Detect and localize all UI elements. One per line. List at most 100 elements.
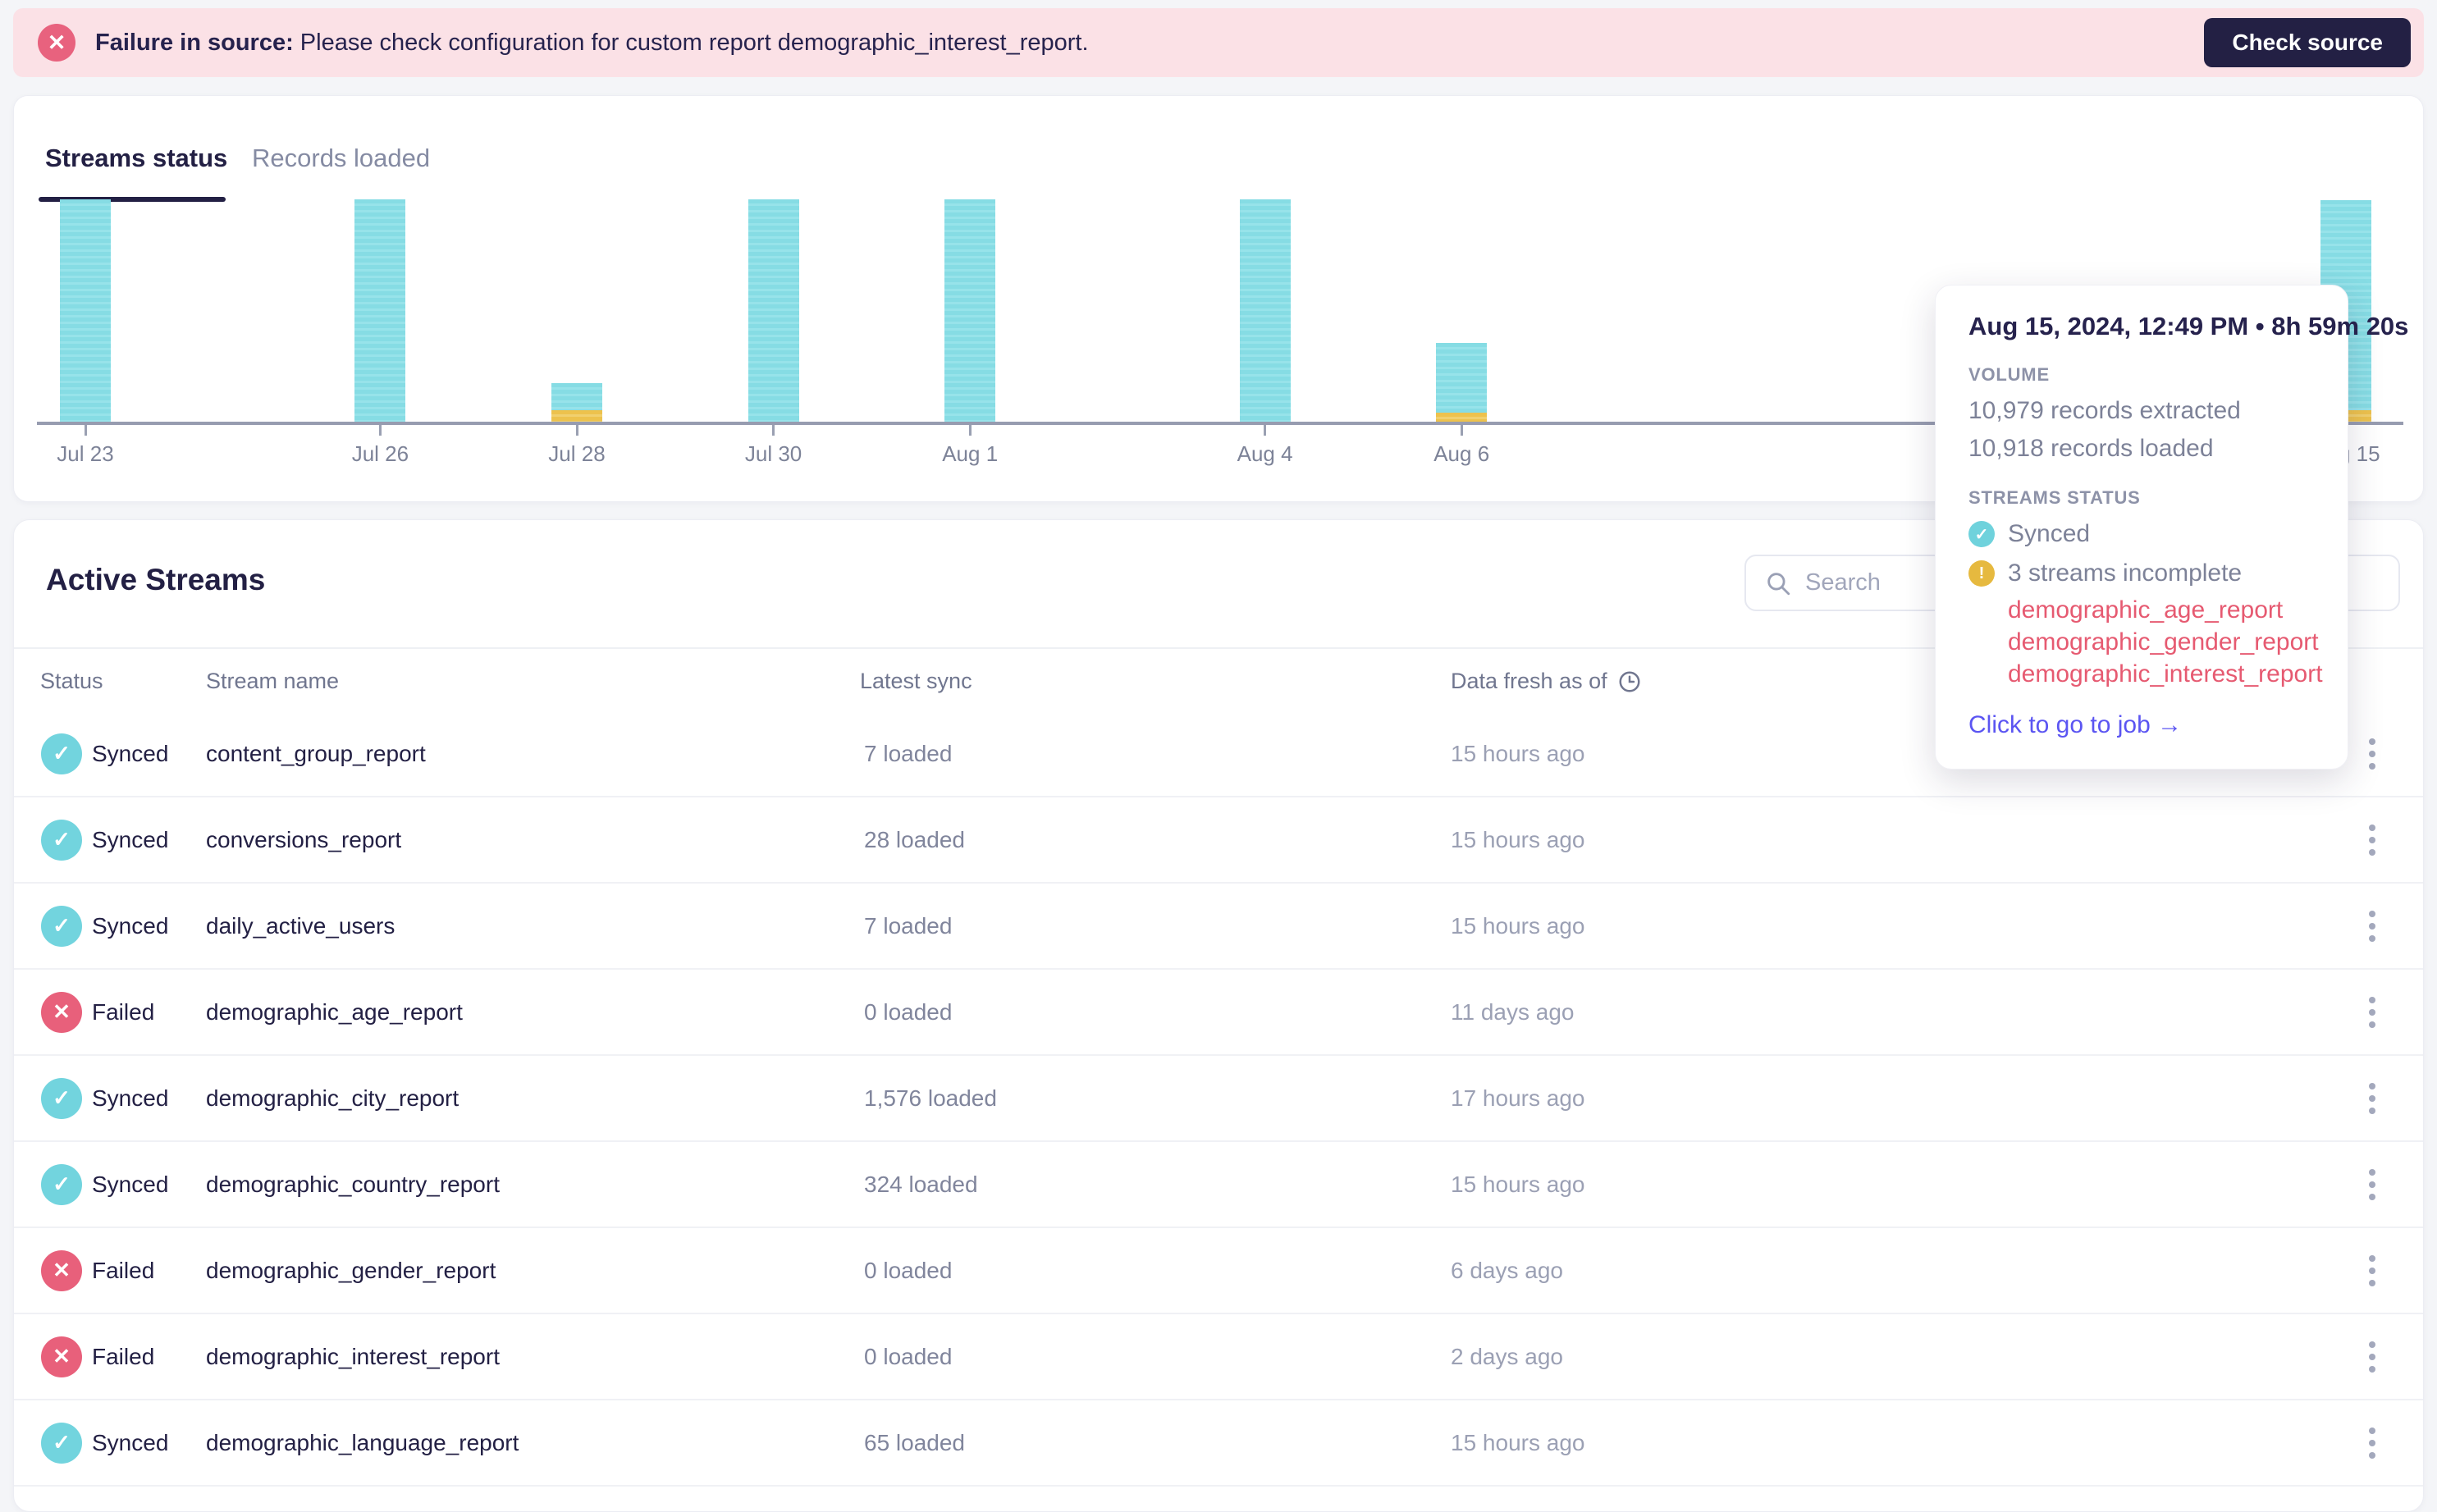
axis-tick-label: Jul 23 bbox=[57, 441, 114, 466]
status-label: Synced bbox=[92, 1429, 169, 1455]
tooltip-streams-status-label: STREAMS STATUS bbox=[1968, 487, 2141, 508]
stream-name: demographic_age_report bbox=[206, 998, 463, 1025]
row-menu-button[interactable] bbox=[2362, 1076, 2382, 1121]
latest-sync-value: 0 loaded bbox=[864, 1257, 953, 1283]
chart-bar-aug-6[interactable] bbox=[1436, 343, 1488, 422]
chart-bar-aug-1[interactable] bbox=[944, 199, 996, 422]
table-row: Synced demographic_language_report 65 lo… bbox=[14, 1400, 2423, 1487]
row-menu-button[interactable] bbox=[2362, 1163, 2382, 1207]
tooltip-records-extracted: 10,979 records extracted bbox=[1968, 397, 2241, 424]
row-menu-button[interactable] bbox=[2362, 904, 2382, 948]
tooltip-incomplete-text: 3 streams incomplete bbox=[2008, 560, 2243, 587]
data-fresh-value: 15 hours ago bbox=[1451, 912, 1585, 939]
chart-bar-jul-23[interactable] bbox=[60, 199, 111, 422]
data-fresh-value: 15 hours ago bbox=[1451, 740, 1585, 766]
data-fresh-value: 6 days ago bbox=[1451, 1257, 1563, 1283]
status-icon bbox=[41, 733, 82, 774]
latest-sync-value: 324 loaded bbox=[864, 1171, 978, 1197]
axis-tick-label: Aug 6 bbox=[1433, 441, 1490, 466]
row-menu-button[interactable] bbox=[2362, 818, 2382, 862]
row-menu-button[interactable] bbox=[2362, 1335, 2382, 1379]
stream-name: demographic_city_report bbox=[206, 1085, 460, 1111]
axis-tick-label: Jul 26 bbox=[351, 441, 409, 466]
status-icon bbox=[41, 991, 82, 1033]
chart-bar-warning-segment bbox=[1436, 413, 1488, 422]
data-fresh-value: 15 hours ago bbox=[1451, 1429, 1585, 1455]
status-label: Failed bbox=[92, 1343, 155, 1369]
data-fresh-value: 15 hours ago bbox=[1451, 826, 1585, 852]
stream-name: demographic_language_report bbox=[206, 1429, 519, 1455]
latest-sync-value: 7 loaded bbox=[864, 912, 953, 939]
status-label: Synced bbox=[92, 826, 169, 852]
status-label: Synced bbox=[92, 1085, 169, 1111]
row-menu-button[interactable] bbox=[2362, 1249, 2382, 1293]
stream-name: content_group_report bbox=[206, 740, 426, 766]
table-row: Failed demographic_age_report 0 loaded 1… bbox=[14, 970, 2423, 1056]
error-banner-message: Failure in source: Please check configur… bbox=[95, 30, 1089, 57]
error-banner-message-rest: Please check configuration for custom re… bbox=[293, 29, 1089, 56]
check-circle-icon: ✓ bbox=[1968, 521, 1995, 547]
check-source-button[interactable]: Check source bbox=[2204, 18, 2411, 67]
table-row: Synced conversions_report 28 loaded 15 h… bbox=[14, 797, 2423, 884]
failed-stream-link[interactable]: demographic_age_report bbox=[2008, 594, 2315, 626]
failed-stream-link[interactable]: demographic_gender_report bbox=[2008, 626, 2319, 658]
status-icon bbox=[41, 905, 82, 947]
warning-circle-icon: ! bbox=[1968, 560, 1995, 587]
column-header-status: Status bbox=[40, 669, 103, 693]
axis-tick bbox=[772, 425, 775, 436]
error-banner-message-strong: Failure in source: bbox=[95, 29, 294, 56]
tooltip-volume-label: VOLUME bbox=[1968, 364, 2050, 385]
axis-tick bbox=[378, 425, 382, 436]
latest-sync-value: 0 loaded bbox=[864, 998, 953, 1025]
column-header-data-fresh-label: Data fresh as of bbox=[1451, 669, 1607, 693]
tooltip-synced-text: Synced bbox=[2008, 520, 2091, 547]
row-menu-button[interactable] bbox=[2362, 1421, 2382, 1465]
status-label: Synced bbox=[92, 1171, 169, 1197]
latest-sync-value: 1,576 loaded bbox=[864, 1085, 997, 1111]
status-label: Failed bbox=[92, 998, 155, 1025]
axis-tick bbox=[1460, 425, 1463, 436]
tooltip-synced-row: ✓ Synced bbox=[1968, 520, 2315, 548]
column-header-data-fresh: Data fresh as of bbox=[1451, 669, 1642, 694]
column-header-latest-sync: Latest sync bbox=[860, 669, 972, 693]
table-row: Synced demographic_city_report 1,576 loa… bbox=[14, 1056, 2423, 1142]
row-menu-button[interactable] bbox=[2362, 732, 2382, 776]
axis-tick bbox=[84, 425, 87, 436]
table-row: Failed demographic_gender_report 0 loade… bbox=[14, 1228, 2423, 1314]
chart-bar-jul-30[interactable] bbox=[748, 199, 799, 422]
latest-sync-value: 28 loaded bbox=[864, 826, 966, 852]
sync-tooltip: Aug 15, 2024, 12:49 PM • 8h 59m 20s VOLU… bbox=[1935, 285, 2408, 770]
row-menu-button[interactable] bbox=[2362, 990, 2382, 1035]
latest-sync-value: 7 loaded bbox=[864, 740, 953, 766]
failed-stream-links: demographic_age_report demographic_gender… bbox=[2008, 594, 2323, 690]
active-streams-title: Active Streams bbox=[46, 563, 266, 596]
data-fresh-value: 17 hours ago bbox=[1451, 1085, 1585, 1111]
chart-bar-jul-26[interactable] bbox=[354, 199, 406, 422]
table-row: Synced demographic_country_report 324 lo… bbox=[14, 1142, 2423, 1228]
status-icon bbox=[41, 1249, 82, 1291]
axis-tick-label: Aug 4 bbox=[1237, 441, 1293, 466]
tooltip-incomplete-row: ! 3 streams incomplete bbox=[1968, 560, 2315, 587]
status-label: Synced bbox=[92, 740, 169, 766]
latest-sync-value: 0 loaded bbox=[864, 1343, 953, 1369]
search-icon bbox=[1767, 572, 1790, 595]
failed-stream-link[interactable]: demographic_interest_report bbox=[2008, 658, 2323, 690]
go-to-job-link[interactable]: Click to go to job → bbox=[1968, 711, 2315, 739]
data-fresh-value: 15 hours ago bbox=[1451, 1171, 1585, 1197]
streams-table-body: Synced content_group_report 7 loaded 15 … bbox=[14, 711, 2423, 1487]
clock-icon bbox=[1619, 671, 1640, 692]
data-fresh-value: 11 days ago bbox=[1451, 998, 1575, 1025]
status-icon bbox=[41, 1077, 82, 1119]
stream-name: demographic_gender_report bbox=[206, 1257, 496, 1283]
axis-tick-label: Aug 1 bbox=[942, 441, 999, 466]
status-icon bbox=[41, 819, 82, 861]
chart-bar-aug-4[interactable] bbox=[1239, 199, 1291, 422]
chart-bar-jul-28[interactable] bbox=[551, 383, 602, 422]
status-icon bbox=[41, 1336, 82, 1377]
tooltip-records-loaded: 10,918 records loaded bbox=[1968, 435, 2214, 462]
column-header-stream-name: Stream name bbox=[206, 669, 340, 693]
axis-tick bbox=[575, 425, 578, 436]
stream-name: demographic_interest_report bbox=[206, 1343, 500, 1369]
axis-tick bbox=[968, 425, 972, 436]
stream-name: demographic_country_report bbox=[206, 1171, 500, 1197]
